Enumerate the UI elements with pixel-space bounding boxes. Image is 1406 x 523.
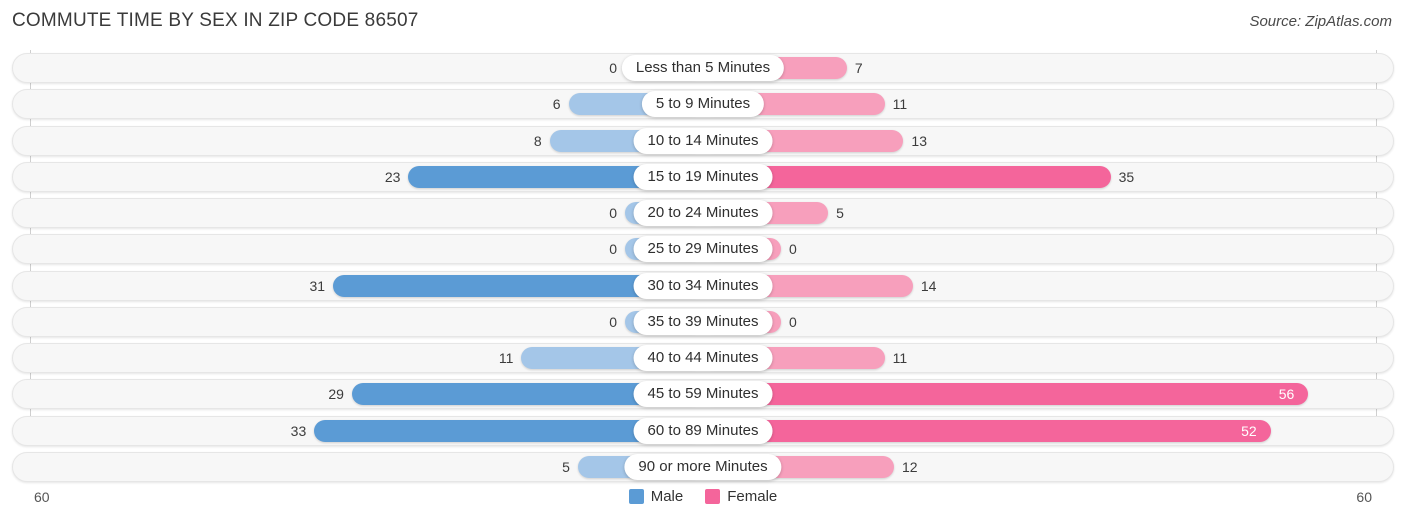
value-label-male: 11 bbox=[498, 350, 514, 366]
page-title: COMMUTE TIME BY SEX IN ZIP CODE 86507 bbox=[12, 10, 419, 31]
category-label: 15 to 19 Minutes bbox=[633, 163, 773, 190]
category-label: 45 to 59 Minutes bbox=[633, 381, 773, 408]
category-label: 20 to 24 Minutes bbox=[633, 200, 773, 226]
value-label-male: 0 bbox=[609, 205, 617, 221]
table-row: 6 11 5 to 9 Minutes bbox=[12, 89, 1394, 120]
value-label-female: 11 bbox=[892, 96, 908, 113]
category-label: 30 to 34 Minutes bbox=[633, 272, 773, 299]
table-row: 11 11 40 to 44 Minutes bbox=[12, 343, 1394, 373]
category-label: 90 or more Minutes bbox=[624, 453, 782, 480]
value-label-male: 31 bbox=[309, 277, 326, 294]
value-label-female: 52 bbox=[1241, 422, 1257, 439]
table-row: 31 14 30 to 34 Minutes bbox=[12, 270, 1394, 301]
value-label-female: 0 bbox=[789, 241, 797, 258]
source-attribution: Source: ZipAtlas.com bbox=[1249, 13, 1392, 30]
value-label-female: 0 bbox=[789, 313, 797, 330]
value-label-female: 13 bbox=[911, 132, 927, 149]
category-label: 40 to 44 Minutes bbox=[633, 345, 773, 371]
legend-swatch-icon bbox=[705, 489, 721, 504]
value-label-male: 0 bbox=[609, 60, 617, 76]
value-label-male: 6 bbox=[552, 96, 561, 113]
table-row: 29 56 45 to 59 Minutes bbox=[12, 379, 1394, 410]
value-label-female: 12 bbox=[902, 458, 918, 475]
legend-item[interactable]: Female bbox=[705, 488, 777, 505]
category-label: Less than 5 Minutes bbox=[621, 55, 785, 81]
table-row: 0 0 35 to 39 Minutes bbox=[12, 306, 1394, 337]
legend-label: Male bbox=[650, 488, 684, 505]
chart-root: COMMUTE TIME BY SEX IN ZIP CODE 86507 So… bbox=[0, 0, 1406, 523]
value-label-female: 35 bbox=[1118, 168, 1135, 185]
legend-label: Female bbox=[727, 488, 778, 505]
value-label-female: 56 bbox=[1278, 386, 1295, 403]
table-row: 0 0 25 to 29 Minutes bbox=[12, 234, 1394, 265]
category-label: 60 to 89 Minutes bbox=[633, 417, 773, 444]
table-row: 0 5 20 to 24 Minutes bbox=[12, 198, 1394, 228]
value-label-female: 7 bbox=[854, 60, 863, 76]
legend-item[interactable]: Male bbox=[628, 488, 684, 505]
category-label: 5 to 9 Minutes bbox=[641, 91, 765, 118]
table-row: 5 12 90 or more Minutes bbox=[12, 451, 1394, 482]
plot-area: 0 7 Less than 5 Minutes 6 11 5 to 9 Minutes 8 1… bbox=[0, 50, 1406, 487]
value-label-male: 0 bbox=[609, 241, 617, 258]
value-label-male: 33 bbox=[290, 422, 307, 439]
legend-swatch-icon bbox=[628, 489, 644, 504]
legend: Male Female bbox=[0, 488, 1406, 505]
value-label-female: 5 bbox=[836, 205, 844, 221]
value-label-male: 5 bbox=[562, 458, 570, 475]
value-label-female: 11 bbox=[892, 350, 908, 366]
table-row: 23 35 15 to 19 Minutes bbox=[12, 161, 1394, 192]
table-row: 8 13 10 to 14 Minutes bbox=[12, 125, 1394, 156]
value-label-male: 8 bbox=[533, 132, 542, 149]
value-label-male: 0 bbox=[609, 313, 617, 330]
value-label-male: 29 bbox=[328, 386, 344, 403]
value-label-male: 23 bbox=[384, 168, 401, 185]
category-label: 35 to 39 Minutes bbox=[633, 308, 773, 335]
value-label-female: 14 bbox=[920, 277, 937, 294]
table-row: 0 7 Less than 5 Minutes bbox=[12, 53, 1394, 83]
table-row: 33 52 60 to 89 Minutes bbox=[12, 415, 1394, 446]
category-label: 25 to 29 Minutes bbox=[633, 236, 773, 263]
category-label: 10 to 14 Minutes bbox=[633, 127, 773, 154]
